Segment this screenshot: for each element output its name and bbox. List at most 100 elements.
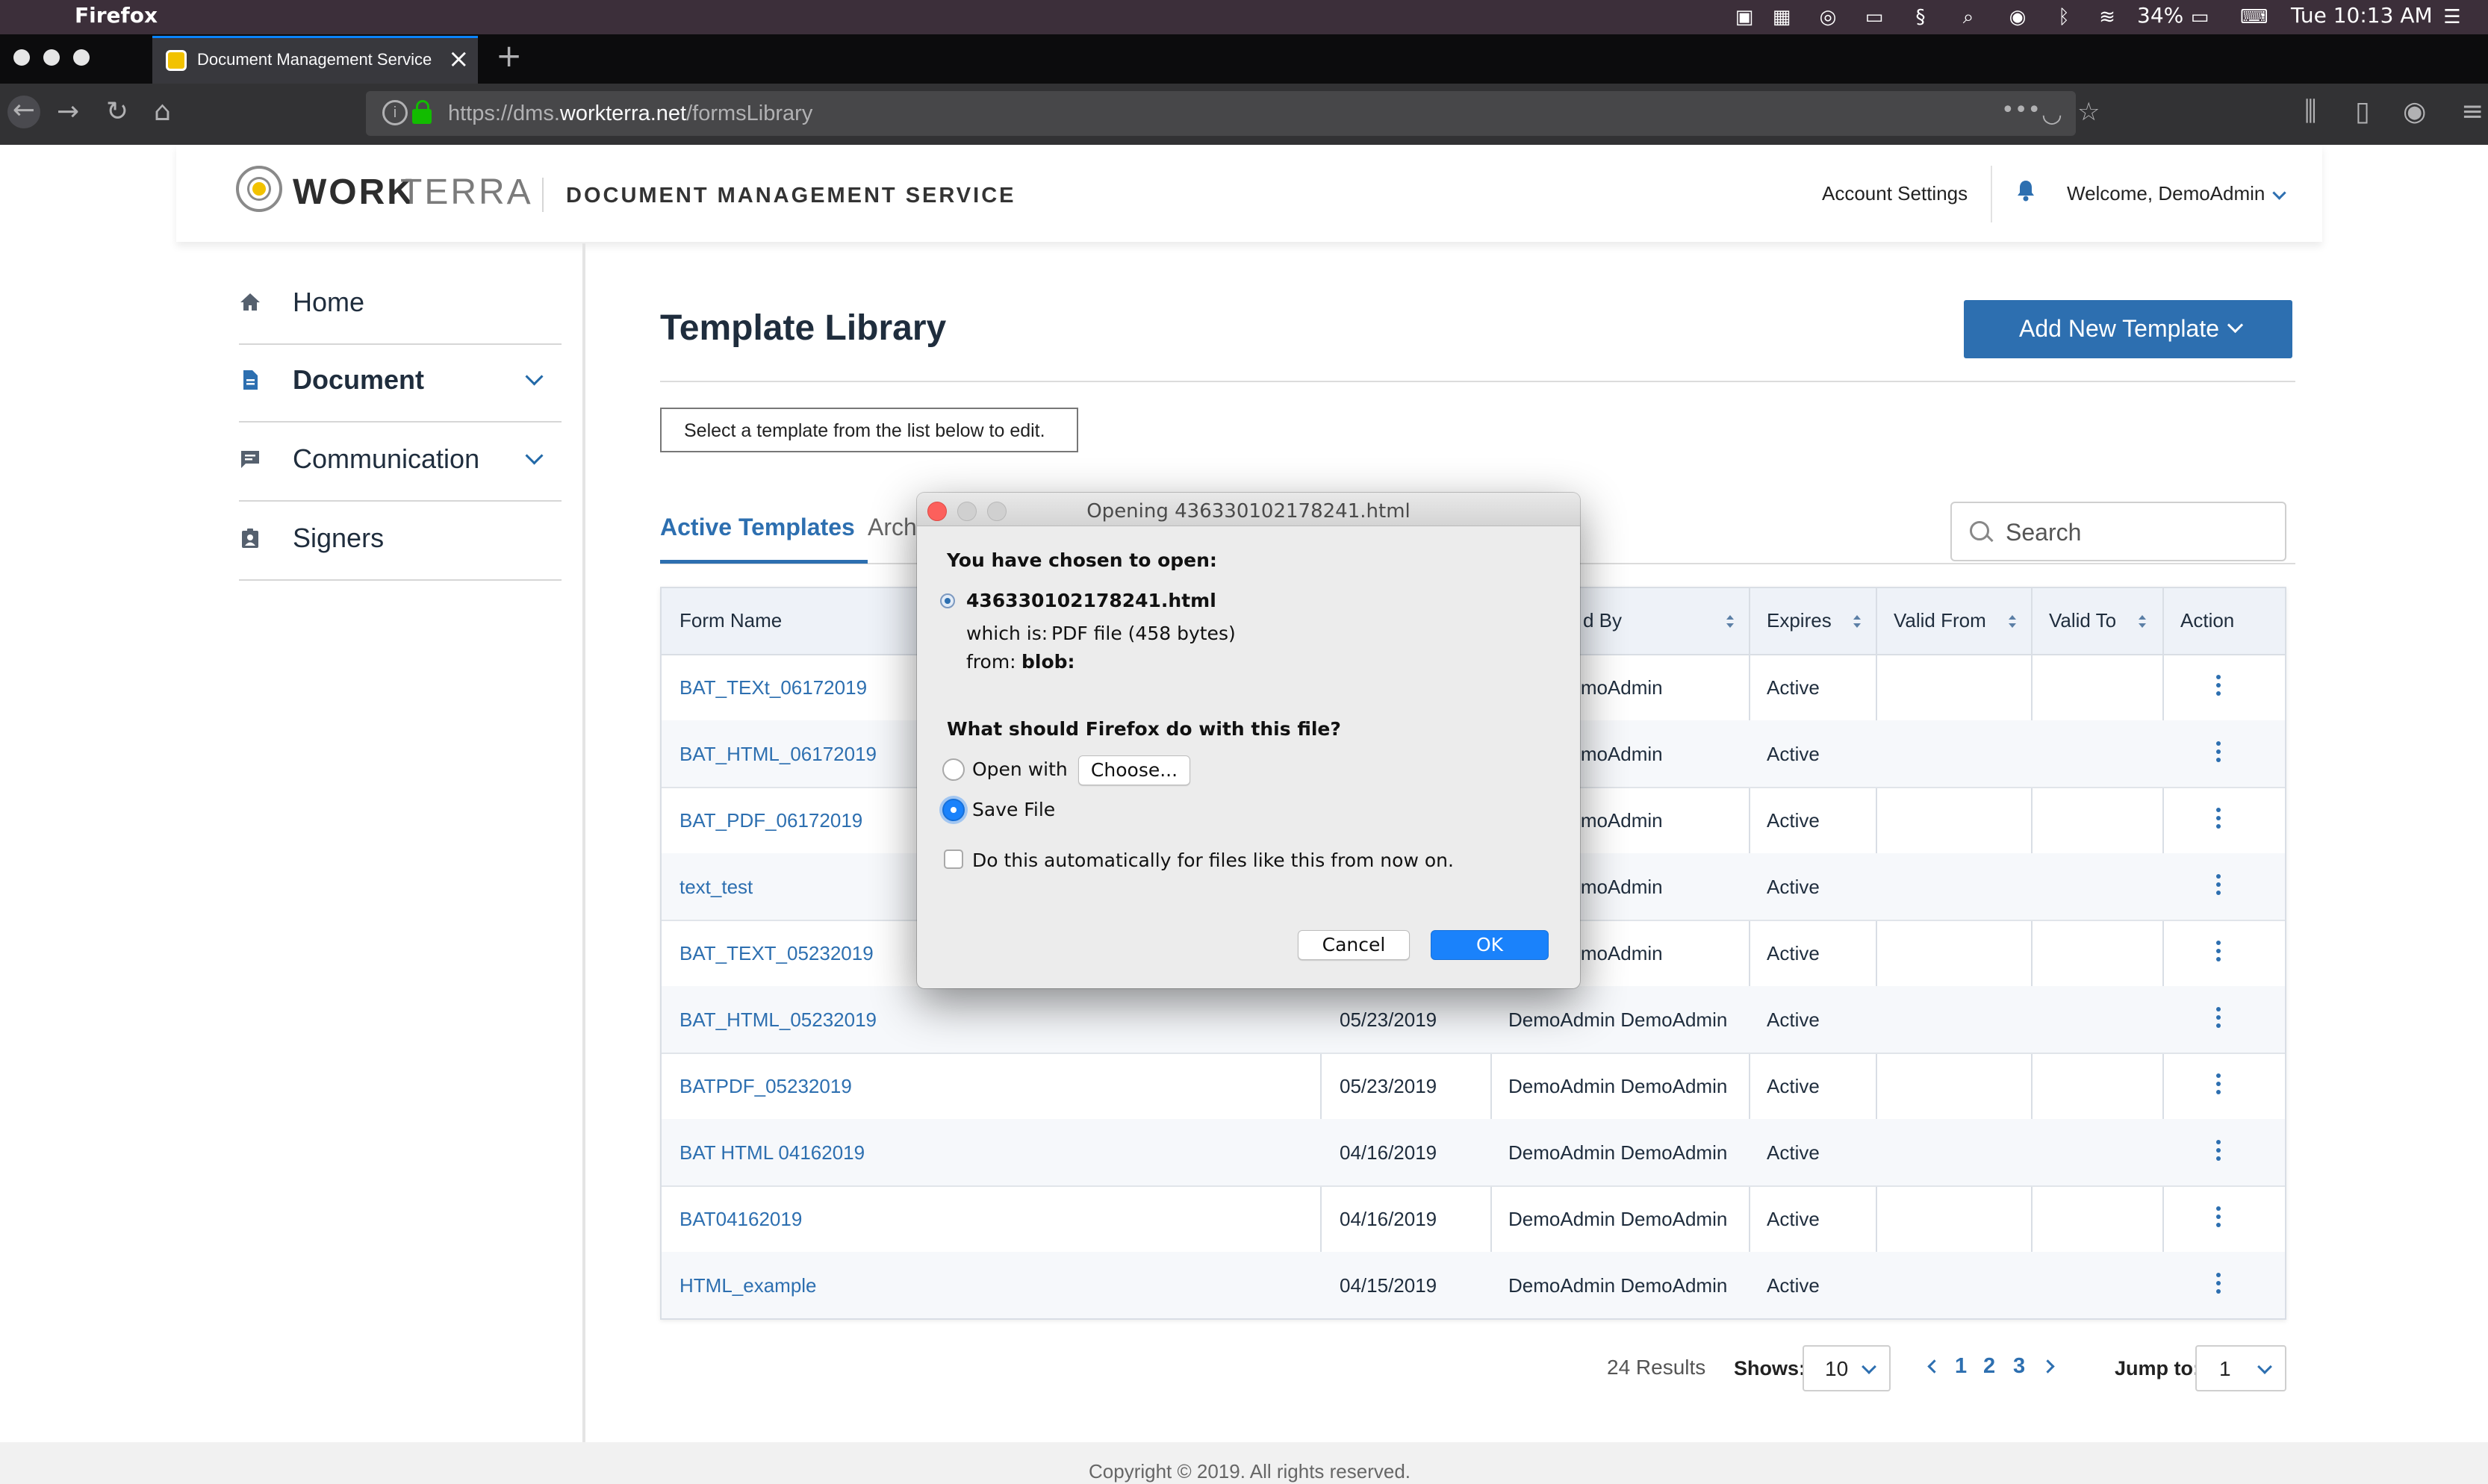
sort-icon[interactable] bbox=[1853, 615, 1861, 629]
back-arrow-icon[interactable]: ← bbox=[7, 96, 40, 128]
page-link-3[interactable]: 3 bbox=[2013, 1354, 2025, 1379]
previous-page-icon[interactable] bbox=[1927, 1359, 1941, 1374]
account-settings-link[interactable]: Account Settings bbox=[1822, 182, 1968, 205]
spotlight-helper-icon[interactable]: ◎ bbox=[1816, 5, 1840, 29]
airplay-icon[interactable]: ▭ bbox=[1862, 5, 1886, 29]
page-link-2[interactable]: 2 bbox=[1983, 1354, 1995, 1379]
wifi-icon[interactable]: ≋ bbox=[2095, 5, 2119, 29]
siri-icon[interactable]: ◉ bbox=[2006, 5, 2030, 29]
expires-status: Active bbox=[1767, 1208, 1820, 1230]
workterra-logo-icon[interactable] bbox=[236, 166, 282, 212]
window-zoom-button[interactable] bbox=[73, 49, 90, 66]
bell-icon[interactable] bbox=[2016, 179, 2036, 202]
library-icon[interactable]: ⫼ bbox=[2304, 97, 2317, 127]
notification-center-icon[interactable]: ☰ bbox=[2440, 5, 2464, 29]
sort-icon[interactable] bbox=[1726, 615, 1734, 629]
logo-work-text[interactable]: WORK bbox=[293, 172, 415, 213]
tab-active-templates[interactable]: Active Templates bbox=[660, 514, 855, 541]
row-action-menu-icon[interactable] bbox=[2216, 1206, 2221, 1229]
menu-icon[interactable]: ≡ bbox=[2461, 97, 2484, 127]
menu-clock[interactable]: Tue 10:13 AM bbox=[2291, 3, 2433, 28]
form-name-link[interactable]: BATPDF_05232019 bbox=[679, 1075, 852, 1098]
row-action-menu-icon[interactable] bbox=[2216, 675, 2221, 697]
next-page-icon[interactable] bbox=[2041, 1359, 2055, 1374]
row-action-menu-icon[interactable] bbox=[2216, 1007, 2221, 1029]
account-icon[interactable]: ◉ bbox=[2403, 97, 2426, 127]
row-action-menu-icon[interactable] bbox=[2216, 1140, 2221, 1162]
sidebar-icon[interactable]: ▯ bbox=[2355, 97, 2370, 127]
window-minimize-button[interactable] bbox=[43, 49, 60, 66]
form-name-link[interactable]: text_test bbox=[679, 876, 753, 899]
col-header-modified-by[interactable]: d By bbox=[1583, 609, 1622, 632]
keyboard-icon[interactable]: ⌨ bbox=[2240, 5, 2268, 29]
sidebar-item-home[interactable]: Home bbox=[239, 266, 562, 345]
bluetooth-icon[interactable]: ᛒ bbox=[2052, 5, 2076, 29]
dialog-titlebar[interactable]: Opening 436330102178241.html bbox=[917, 493, 1580, 526]
page-actions-icon[interactable]: ••• bbox=[2001, 96, 2041, 125]
row-action-menu-icon[interactable] bbox=[2216, 808, 2221, 830]
chevron-down-icon[interactable] bbox=[525, 446, 544, 465]
sidebar-item-signers[interactable]: Signers bbox=[239, 502, 562, 581]
form-name-link[interactable]: BAT_TEXT_05232019 bbox=[679, 942, 874, 965]
open-with-label[interactable]: Open with bbox=[972, 758, 1068, 780]
form-name-link[interactable]: BAT_HTML_06172019 bbox=[679, 743, 877, 766]
auto-action-label[interactable]: Do this automatically for files like thi… bbox=[972, 849, 1454, 871]
save-file-radio[interactable] bbox=[942, 799, 965, 821]
zoom-icon[interactable]: ▣ bbox=[1732, 5, 1756, 29]
page-link-1[interactable]: 1 bbox=[1955, 1354, 1967, 1379]
home-icon[interactable]: ⌂ bbox=[154, 97, 171, 127]
chevron-down-icon[interactable] bbox=[525, 367, 544, 386]
auto-action-checkbox[interactable] bbox=[944, 849, 963, 869]
page-size-select[interactable]: 10 bbox=[1803, 1345, 1891, 1391]
search-icon[interactable]: ⌕ bbox=[1956, 5, 1980, 29]
office-icon[interactable]: ▦ bbox=[1770, 5, 1794, 29]
col-header-form-name[interactable]: Form Name bbox=[679, 609, 782, 632]
url-bar[interactable]: i https://dms.workterra.net/formsLibrary… bbox=[366, 91, 2100, 136]
new-tab-icon[interactable]: + bbox=[496, 37, 522, 74]
row-action-menu-icon[interactable] bbox=[2216, 1273, 2221, 1295]
welcome-user-menu[interactable]: Welcome, DemoAdmin bbox=[2067, 182, 2286, 208]
jump-to-select[interactable]: 1 bbox=[2195, 1345, 2286, 1391]
sort-icon[interactable] bbox=[2139, 615, 2146, 629]
form-name-link[interactable]: BAT HTML 04162019 bbox=[679, 1141, 865, 1165]
bookmark-star-icon[interactable]: ☆ bbox=[2077, 97, 2100, 127]
tab-archived-templates[interactable]: Arch bbox=[868, 514, 920, 541]
window-close-button[interactable] bbox=[13, 49, 30, 66]
form-name-link[interactable]: BAT_HTML_05232019 bbox=[679, 1008, 877, 1032]
shortcut-icon[interactable]: § bbox=[1909, 5, 1932, 29]
url-text[interactable]: https://dms.workterra.net/formsLibrary bbox=[448, 102, 812, 126]
form-name-link[interactable]: BAT_PDF_06172019 bbox=[679, 809, 862, 832]
sidebar-item-label: Document bbox=[293, 364, 425, 395]
col-header-expires[interactable]: Expires bbox=[1767, 609, 1832, 632]
cancel-button[interactable]: Cancel bbox=[1298, 930, 1410, 960]
battery-icon[interactable]: ▭ bbox=[2188, 5, 2212, 29]
tab-close-icon[interactable]: × bbox=[448, 44, 470, 74]
lock-icon[interactable] bbox=[412, 100, 432, 124]
sidebar-item-communication[interactable]: Communication bbox=[239, 423, 562, 502]
form-name-link[interactable]: HTML_example bbox=[679, 1274, 817, 1297]
row-action-menu-icon[interactable] bbox=[2216, 1073, 2221, 1096]
app-name-menu[interactable]: Firefox bbox=[75, 3, 158, 28]
col-header-valid-from[interactable]: Valid From bbox=[1894, 609, 1986, 632]
search-input[interactable] bbox=[2004, 517, 2261, 548]
form-name-link[interactable]: BAT04162019 bbox=[679, 1208, 802, 1231]
row-action-menu-icon[interactable] bbox=[2216, 874, 2221, 897]
save-file-label[interactable]: Save File bbox=[972, 799, 1055, 820]
pocket-icon[interactable]: ◡ bbox=[2041, 99, 2062, 128]
form-name-link[interactable]: BAT_TEXt_06172019 bbox=[679, 676, 867, 699]
sort-icon[interactable] bbox=[2009, 615, 2016, 629]
search-box[interactable] bbox=[1950, 502, 2286, 561]
choose-application-button[interactable]: Choose... bbox=[1078, 755, 1190, 785]
forward-arrow-icon[interactable]: → bbox=[57, 97, 79, 127]
browser-tab-active[interactable]: Document Management Service × bbox=[152, 36, 478, 84]
reload-icon[interactable]: ↻ bbox=[106, 97, 128, 127]
ok-button[interactable]: OK bbox=[1431, 930, 1549, 960]
col-header-valid-to[interactable]: Valid To bbox=[2049, 609, 2116, 632]
site-info-icon[interactable]: i bbox=[382, 100, 408, 125]
open-with-radio[interactable] bbox=[942, 758, 965, 781]
row-action-menu-icon[interactable] bbox=[2216, 941, 2221, 963]
sidebar-item-document[interactable]: Document bbox=[239, 343, 562, 423]
logo-terra-text[interactable]: TERRA bbox=[400, 172, 533, 213]
add-new-template-button[interactable]: Add New Template bbox=[1964, 300, 2292, 358]
row-action-menu-icon[interactable] bbox=[2216, 741, 2221, 764]
